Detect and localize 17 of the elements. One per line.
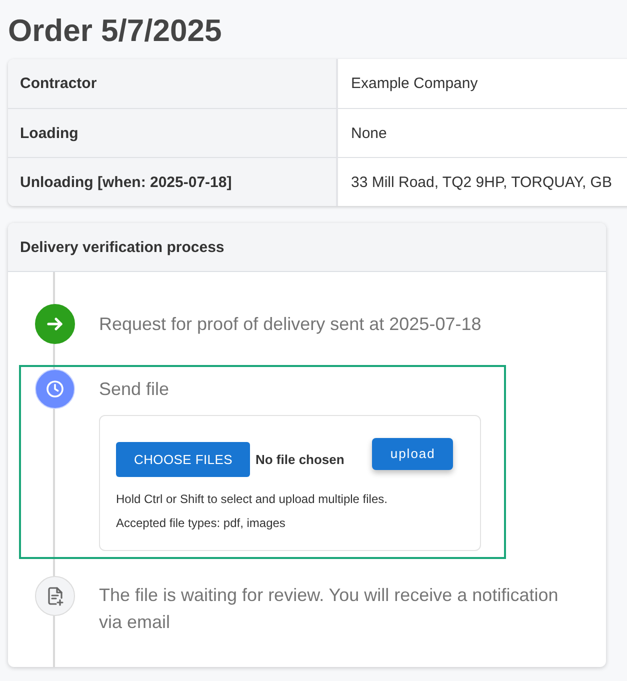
label-cell: Unloading [when: 2025-07-18] — [8, 157, 338, 206]
step-text: Request for proof of delivery sent at 2025-07-18 — [99, 312, 482, 336]
card-title: Delivery verification process — [8, 223, 606, 272]
clock-icon — [35, 369, 75, 409]
upload-button[interactable]: upload — [372, 438, 454, 470]
step-text: Send file — [99, 378, 170, 400]
file-status-text: No file chosen — [255, 450, 344, 468]
value-cell: 33 Mill Road, TQ2 9HP, TORQUAY, GB — [338, 157, 627, 206]
choose-files-button[interactable]: CHOOSE FILES — [116, 442, 250, 476]
label-cell: Contractor — [8, 59, 338, 108]
hint-text: Hold Ctrl or Shift to select and upload multiple files. — [116, 490, 388, 508]
hint-text: Accepted file types: pdf, images — [116, 514, 286, 532]
label-cell: Loading — [8, 108, 338, 157]
step-text: The file is waiting for review. You will receive a notification via email — [99, 584, 560, 634]
file-plus-icon — [35, 576, 75, 616]
arrow-right-icon — [35, 304, 75, 344]
page-title: Order 5/7/2025 — [8, 12, 222, 50]
